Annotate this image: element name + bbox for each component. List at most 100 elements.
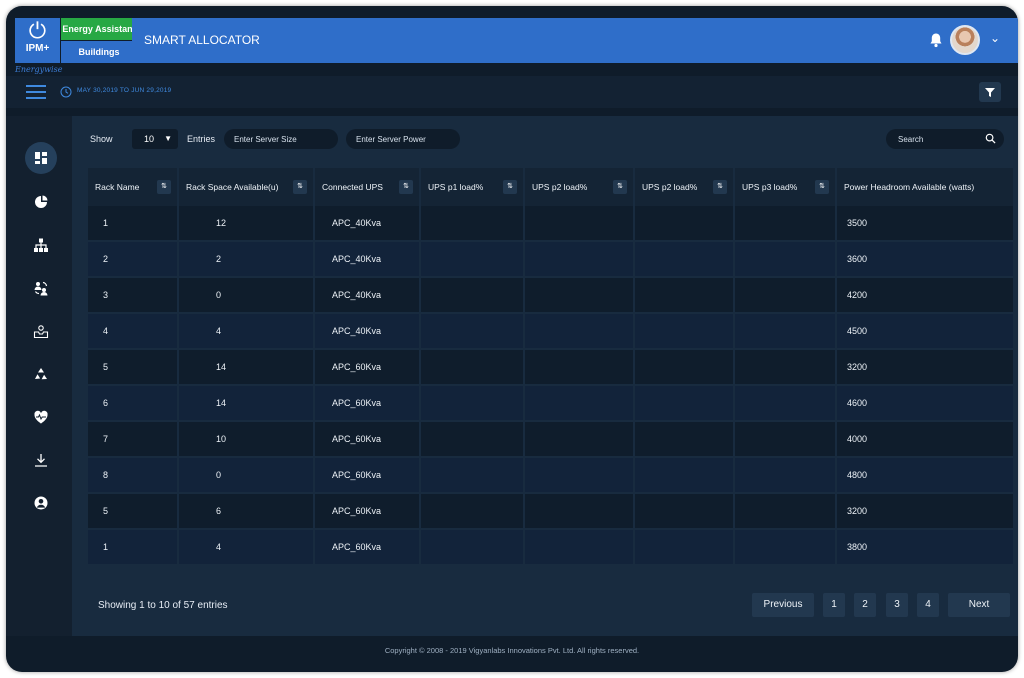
- table-cell: 4: [88, 313, 179, 350]
- buildings-tag[interactable]: Buildings: [61, 41, 137, 63]
- table-cell: 14: [178, 349, 315, 386]
- avatar[interactable]: [950, 25, 980, 55]
- table-cell: APC_60Kva: [314, 457, 421, 494]
- bell-icon[interactable]: [928, 32, 944, 48]
- table-row[interactable]: 5 14 APC_60Kva 3200: [88, 349, 1015, 386]
- sort-icon[interactable]: ⇅: [293, 180, 307, 194]
- table-cell: [634, 277, 735, 314]
- next-button[interactable]: Next: [948, 593, 1010, 617]
- table-cell: [524, 206, 635, 242]
- power-icon: ⏻: [28, 19, 47, 44]
- table-cell: [634, 349, 735, 386]
- date-range[interactable]: MAY 30,2019 TO JUN 29,2019: [77, 87, 171, 94]
- table-cell: [634, 493, 735, 530]
- table-row[interactable]: 5 6 APC_60Kva 3200: [88, 493, 1015, 530]
- table-cell: APC_60Kva: [314, 529, 421, 566]
- show-label: Show: [90, 134, 113, 144]
- previous-button[interactable]: Previous: [752, 593, 814, 617]
- page-button-1[interactable]: 1: [823, 593, 845, 617]
- sort-icon[interactable]: ⇅: [503, 180, 517, 194]
- column-header[interactable]: Rack Name ⇅: [88, 168, 179, 206]
- table-cell: APC_40Kva: [314, 277, 421, 314]
- chevron-down-icon[interactable]: ⌄: [990, 31, 1000, 45]
- nav-inbox[interactable]: [25, 315, 57, 347]
- table-row[interactable]: 1 4 APC_60Kva 3800: [88, 529, 1015, 566]
- page-button-4[interactable]: 4: [917, 593, 939, 617]
- energy-assistant-tag[interactable]: Energy Assistant: [61, 18, 137, 40]
- brand: ⏻ IPM+ Energy Assistant Buildings Energy…: [15, 18, 137, 78]
- table-cell: APC_60Kva: [314, 493, 421, 530]
- table-cell: [524, 349, 635, 386]
- table-controls: Show 10 ▼ Entries: [88, 128, 1008, 150]
- nav-analytics[interactable]: [25, 186, 57, 218]
- server-size-input[interactable]: [224, 129, 338, 149]
- table-row[interactable]: 8 0 APC_60Kva 4800: [88, 457, 1015, 494]
- column-label: Connected UPS: [322, 182, 383, 192]
- top-bar: SMART ALLOCATOR ⌄: [132, 18, 1018, 63]
- nav-download[interactable]: [25, 444, 57, 476]
- table-cell: [420, 206, 525, 242]
- sub-bar: MAY 30,2019 TO JUN 29,2019: [6, 76, 1018, 108]
- table-cell: [420, 241, 525, 278]
- server-power-input[interactable]: [346, 129, 460, 149]
- table-cell: [734, 493, 837, 530]
- table-cell: 6: [88, 385, 179, 422]
- table-row[interactable]: 6 14 APC_60Kva 4600: [88, 385, 1015, 422]
- search-icon[interactable]: [985, 133, 996, 144]
- table-row[interactable]: 1 12 APC_40Kva 3500: [88, 206, 1015, 242]
- sort-icon[interactable]: ⇅: [815, 180, 829, 194]
- menu-icon[interactable]: [26, 85, 46, 99]
- search-input[interactable]: [886, 129, 982, 149]
- column-header[interactable]: UPS p1 load% ⇅: [420, 168, 525, 206]
- table-row[interactable]: 3 0 APC_40Kva 4200: [88, 277, 1015, 314]
- table-cell: APC_40Kva: [314, 241, 421, 278]
- column-header[interactable]: Rack Space Available(u) ⇅: [178, 168, 315, 206]
- filter-icon: [985, 88, 995, 97]
- table-cell: 3800: [836, 529, 1015, 566]
- column-header[interactable]: Power Headroom Available (watts): [836, 168, 1015, 206]
- page-button-3[interactable]: 3: [886, 593, 908, 617]
- entries-select[interactable]: 10 ▼: [132, 129, 178, 149]
- table-cell: 5: [88, 349, 179, 386]
- nav-health[interactable]: [25, 401, 57, 433]
- nav-sync[interactable]: [25, 272, 57, 304]
- table-cell: [420, 385, 525, 422]
- hierarchy-icon: [34, 238, 48, 252]
- main-panel: Show 10 ▼ Entries Enter Server Size Ente…: [72, 116, 1018, 636]
- table-cell: 7: [88, 421, 179, 458]
- table-cell: [524, 493, 635, 530]
- column-header[interactable]: Connected UPS ⇅: [314, 168, 421, 206]
- table-cell: [524, 313, 635, 350]
- sort-icon[interactable]: ⇅: [399, 180, 413, 194]
- table-row[interactable]: 4 4 APC_40Kva 4500: [88, 313, 1015, 350]
- table-cell: 3500: [836, 206, 1015, 242]
- table-row[interactable]: 7 10 APC_60Kva 4000: [88, 421, 1015, 458]
- logo[interactable]: ⏻ IPM+: [15, 18, 60, 63]
- table-cell: 4600: [836, 385, 1015, 422]
- column-label: UPS p1 load%: [428, 182, 484, 192]
- column-header[interactable]: UPS p2 load% ⇅: [634, 168, 735, 206]
- sort-icon[interactable]: ⇅: [613, 180, 627, 194]
- side-nav: [6, 116, 72, 636]
- table-cell: APC_40Kva: [314, 313, 421, 350]
- app-window: ⏻ IPM+ Energy Assistant Buildings Energy…: [6, 6, 1018, 672]
- inbox-user-icon: [33, 325, 49, 339]
- table-cell: [634, 457, 735, 494]
- column-header[interactable]: UPS p2 load% ⇅: [524, 168, 635, 206]
- table-cell: APC_60Kva: [314, 349, 421, 386]
- sort-icon[interactable]: ⇅: [713, 180, 727, 194]
- table-cell: [420, 493, 525, 530]
- table-row[interactable]: 2 2 APC_40Kva 3600: [88, 241, 1015, 278]
- entries-label: Entries: [187, 134, 216, 144]
- column-header[interactable]: UPS p3 load% ⇅: [734, 168, 837, 206]
- table-cell: 4: [178, 313, 315, 350]
- page-button-2[interactable]: 2: [854, 593, 876, 617]
- nav-hierarchy[interactable]: [25, 229, 57, 261]
- nav-profile[interactable]: [25, 487, 57, 519]
- filter-button[interactable]: [979, 82, 1001, 102]
- nav-recycle[interactable]: [25, 358, 57, 390]
- nav-dashboard[interactable]: [25, 142, 57, 174]
- table-cell: 3600: [836, 241, 1015, 278]
- sort-icon[interactable]: ⇅: [157, 180, 171, 194]
- table-cell: [420, 457, 525, 494]
